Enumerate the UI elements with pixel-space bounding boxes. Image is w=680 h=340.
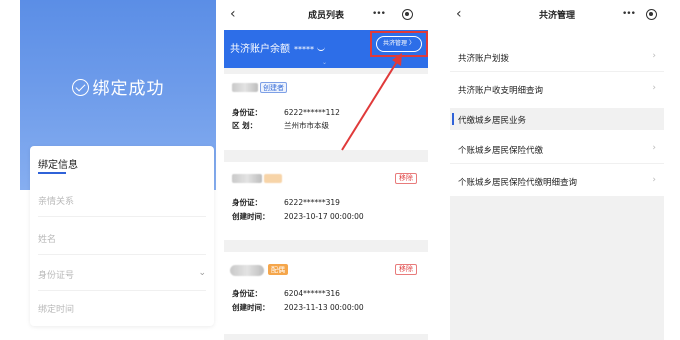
- divider: [450, 163, 664, 164]
- bind-time-field[interactable]: 绑定时间: [38, 302, 206, 315]
- shared-management-screen: ‹ 共济管理 ••• 共济账户划拨 › 共济账户收支明细查询 › 代缴城乡居民业…: [450, 0, 664, 340]
- spouse-tag: 配偶: [268, 264, 288, 275]
- member-list-screen: ‹ 成员列表 ••• 共济账户余额 ***** 共济管理 〉 ⌄ 创建者 身份证：…: [224, 0, 428, 340]
- chevron-right-icon: ›: [652, 51, 656, 61]
- dropdown-icon[interactable]: ⌄: [198, 268, 206, 278]
- nav-bar: ‹ 共济管理 •••: [450, 0, 664, 30]
- creator-tag: 创建者: [260, 82, 287, 93]
- blurred-name: [232, 83, 258, 92]
- menu-item-statement[interactable]: 共济账户收支明细查询 ›: [450, 76, 664, 104]
- chevron-right-icon: ›: [652, 83, 656, 93]
- check-circle-icon: [71, 79, 89, 96]
- create-time-row: 创建时间： 2023-11-13 00:00:00: [232, 303, 364, 312]
- blurred-name: [232, 174, 262, 183]
- menu-item-proxy-pay[interactable]: 个账城乡居民保险代缴 ›: [450, 136, 664, 164]
- section-marker: [452, 113, 454, 125]
- success-message: 绑定成功: [20, 74, 216, 99]
- member-card: 移除 身份证： 6222******319 创建时间： 2023-10-17 00:…: [224, 162, 428, 240]
- target-icon[interactable]: [402, 9, 413, 20]
- id-number-field[interactable]: 身份证号 ⌄: [38, 268, 206, 281]
- balance-value: *****: [294, 45, 314, 54]
- menu-item-transfer[interactable]: 共济账户划拨 ›: [450, 44, 664, 72]
- area-row: 区 划： 兰州市市本级: [232, 121, 329, 130]
- more-dots-icon[interactable]: •••: [372, 9, 386, 19]
- balance-label: 共济账户余额 *****: [230, 40, 325, 55]
- name-field[interactable]: 姓名: [38, 232, 206, 245]
- remove-button[interactable]: 移除: [395, 264, 417, 275]
- divider: [38, 290, 206, 291]
- divider: [450, 71, 664, 72]
- bind-info-card: 绑定信息 亲情关系 姓名 身份证号 ⌄ 绑定时间: [30, 146, 214, 326]
- page-title: 成员列表: [307, 11, 344, 21]
- blurred-name: [230, 265, 264, 276]
- chevron-right-icon: ›: [652, 175, 656, 185]
- eye-closed-icon[interactable]: [317, 47, 325, 51]
- highlight-box: [370, 31, 428, 57]
- balance-banner: 共济账户余额 ***** 共济管理 〉 ⌄: [224, 30, 428, 68]
- blurred-tag: [264, 174, 282, 183]
- success-text: 绑定成功: [92, 79, 165, 99]
- target-icon[interactable]: [646, 9, 657, 20]
- remove-button[interactable]: 移除: [395, 173, 417, 184]
- id-row: 身份证： 6222******319: [232, 198, 340, 207]
- divider: [38, 216, 206, 217]
- relation-field[interactable]: 亲情关系: [38, 194, 206, 207]
- chevron-down-icon: ⌄: [322, 59, 328, 66]
- id-row: 身份证： 6222******112: [232, 108, 340, 117]
- more-dots-icon[interactable]: •••: [622, 9, 636, 19]
- card-title: 绑定信息: [38, 160, 78, 171]
- section-header: 代缴城乡居民业务: [450, 108, 664, 130]
- title-underline: [38, 172, 66, 174]
- bind-success-screen: 绑定成功 绑定信息 亲情关系 姓名 身份证号 ⌄ 绑定时间: [20, 0, 216, 340]
- nav-bar: ‹ 成员列表 •••: [224, 0, 428, 30]
- id-row: 身份证： 6204******316: [232, 289, 340, 298]
- chevron-right-icon: ›: [652, 143, 656, 153]
- empty-area: [450, 196, 664, 340]
- divider: [38, 254, 206, 255]
- member-card: 配偶 移除 身份证： 6204******316 创建时间： 2023-11-13 …: [224, 252, 428, 334]
- member-card: 创建者 身份证： 6222******112 区 划： 兰州市市本级: [224, 74, 428, 150]
- menu-item-proxy-pay-detail[interactable]: 个账城乡居民保险代缴明细查询 ›: [450, 168, 664, 196]
- create-time-row: 创建时间： 2023-10-17 00:00:00: [232, 212, 364, 221]
